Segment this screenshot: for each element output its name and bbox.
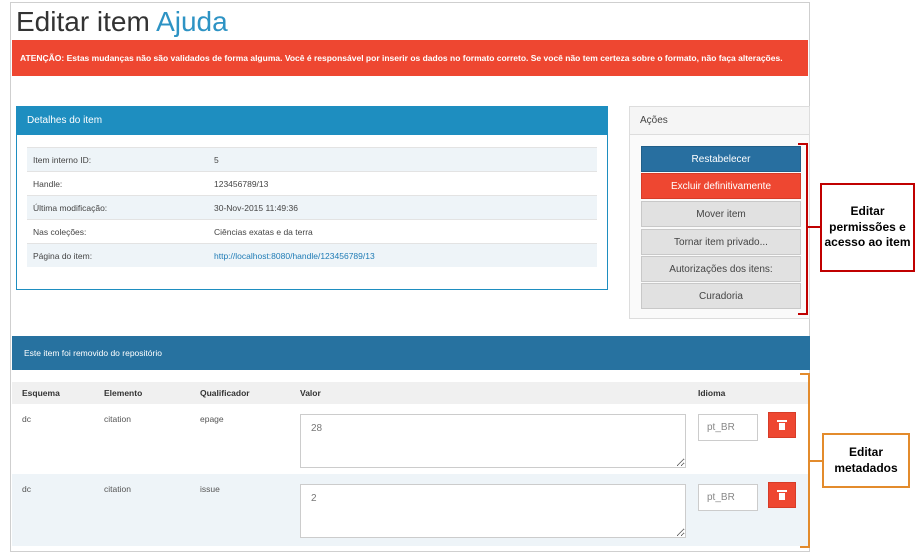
metadata-element: citation [104, 414, 131, 424]
metadata-bracket [800, 373, 810, 548]
metadata-element: citation [104, 484, 131, 494]
metadata-table-header: Esquema Elemento Qualificador Valor Idio… [12, 382, 810, 404]
column-schema: Esquema [22, 388, 60, 398]
detail-label: Última modificação: [33, 202, 108, 213]
item-page-link[interactable]: http://localhost:8080/handle/123456789/1… [214, 251, 375, 261]
metadata-row: dc citation issue 2 [12, 474, 810, 546]
page-title-accent: Ajuda [156, 6, 228, 37]
metadata-connector [810, 460, 822, 462]
metadata-value-textarea[interactable]: 2 [300, 484, 686, 538]
detail-value: 123456789/13 [214, 178, 269, 189]
metadata-value-textarea[interactable]: 28 [300, 414, 686, 468]
detail-row-collections: Nas coleções: Ciências exatas e da terra [27, 219, 597, 243]
item-details-header: Detalhes do item [17, 107, 607, 135]
delete-metadata-button[interactable] [768, 482, 796, 508]
column-element: Elemento [104, 388, 143, 398]
page-title-prefix: Editar item [16, 6, 150, 37]
item-details-panel: Detalhes do item Item interno ID: 5 Hand… [16, 106, 608, 290]
metadata-qualifier: epage [200, 414, 224, 424]
authorizations-button[interactable]: Autorizações dos itens: [641, 256, 801, 282]
warning-alert: ATENÇÃO: Estas mudanças não são validado… [12, 40, 808, 76]
detail-value: 5 [214, 154, 219, 165]
delete-permanently-button[interactable]: Excluir definitivamente [641, 173, 801, 199]
detail-value: 30-Nov-2015 11:49:36 [214, 202, 298, 213]
permissions-connector [808, 226, 820, 228]
detail-value: Ciências exatas e da terra [214, 226, 313, 237]
trash-icon [777, 420, 787, 430]
item-details-table: Item interno ID: 5 Handle: 123456789/13 … [27, 147, 597, 267]
column-value: Valor [300, 388, 321, 398]
metadata-language-input[interactable] [698, 484, 758, 511]
detail-label: Item interno ID: [33, 154, 92, 165]
reinstate-button[interactable]: Restabelecer [641, 146, 801, 172]
column-qualifier: Qualificador [200, 388, 250, 398]
trash-icon [777, 490, 787, 500]
metadata-language-input[interactable] [698, 414, 758, 441]
make-private-button[interactable]: Tornar item privado... [641, 229, 801, 255]
removed-banner: Este item foi removido do repositório [12, 336, 810, 370]
column-language: Idioma [698, 388, 726, 398]
metadata-row: dc citation epage 28 [12, 404, 810, 472]
actions-header: Ações [630, 107, 809, 135]
detail-row-internal-id: Item interno ID: 5 [27, 147, 597, 171]
metadata-schema: dc [22, 414, 31, 424]
curation-button[interactable]: Curadoria [641, 283, 801, 309]
metadata-qualifier: issue [200, 484, 220, 494]
detail-label: Página do item: [33, 250, 93, 261]
detail-label: Nas coleções: [33, 226, 87, 237]
metadata-schema: dc [22, 484, 31, 494]
detail-row-last-modified: Última modificação: 30-Nov-2015 11:49:36 [27, 195, 597, 219]
detail-label: Handle: [33, 178, 63, 189]
detail-row-item-page: Página do item: http://localhost:8080/ha… [27, 243, 597, 267]
permissions-callout: Editar permissões e acesso ao item [820, 183, 915, 272]
delete-metadata-button[interactable] [768, 412, 796, 438]
permissions-bracket [798, 143, 808, 315]
page-title: Editar item Ajuda [16, 6, 228, 38]
move-item-button[interactable]: Mover item [641, 201, 801, 227]
actions-panel: Ações Restabelecer Excluir definitivamen… [629, 106, 810, 319]
detail-row-handle: Handle: 123456789/13 [27, 171, 597, 195]
metadata-callout: Editar metadados [822, 433, 910, 488]
